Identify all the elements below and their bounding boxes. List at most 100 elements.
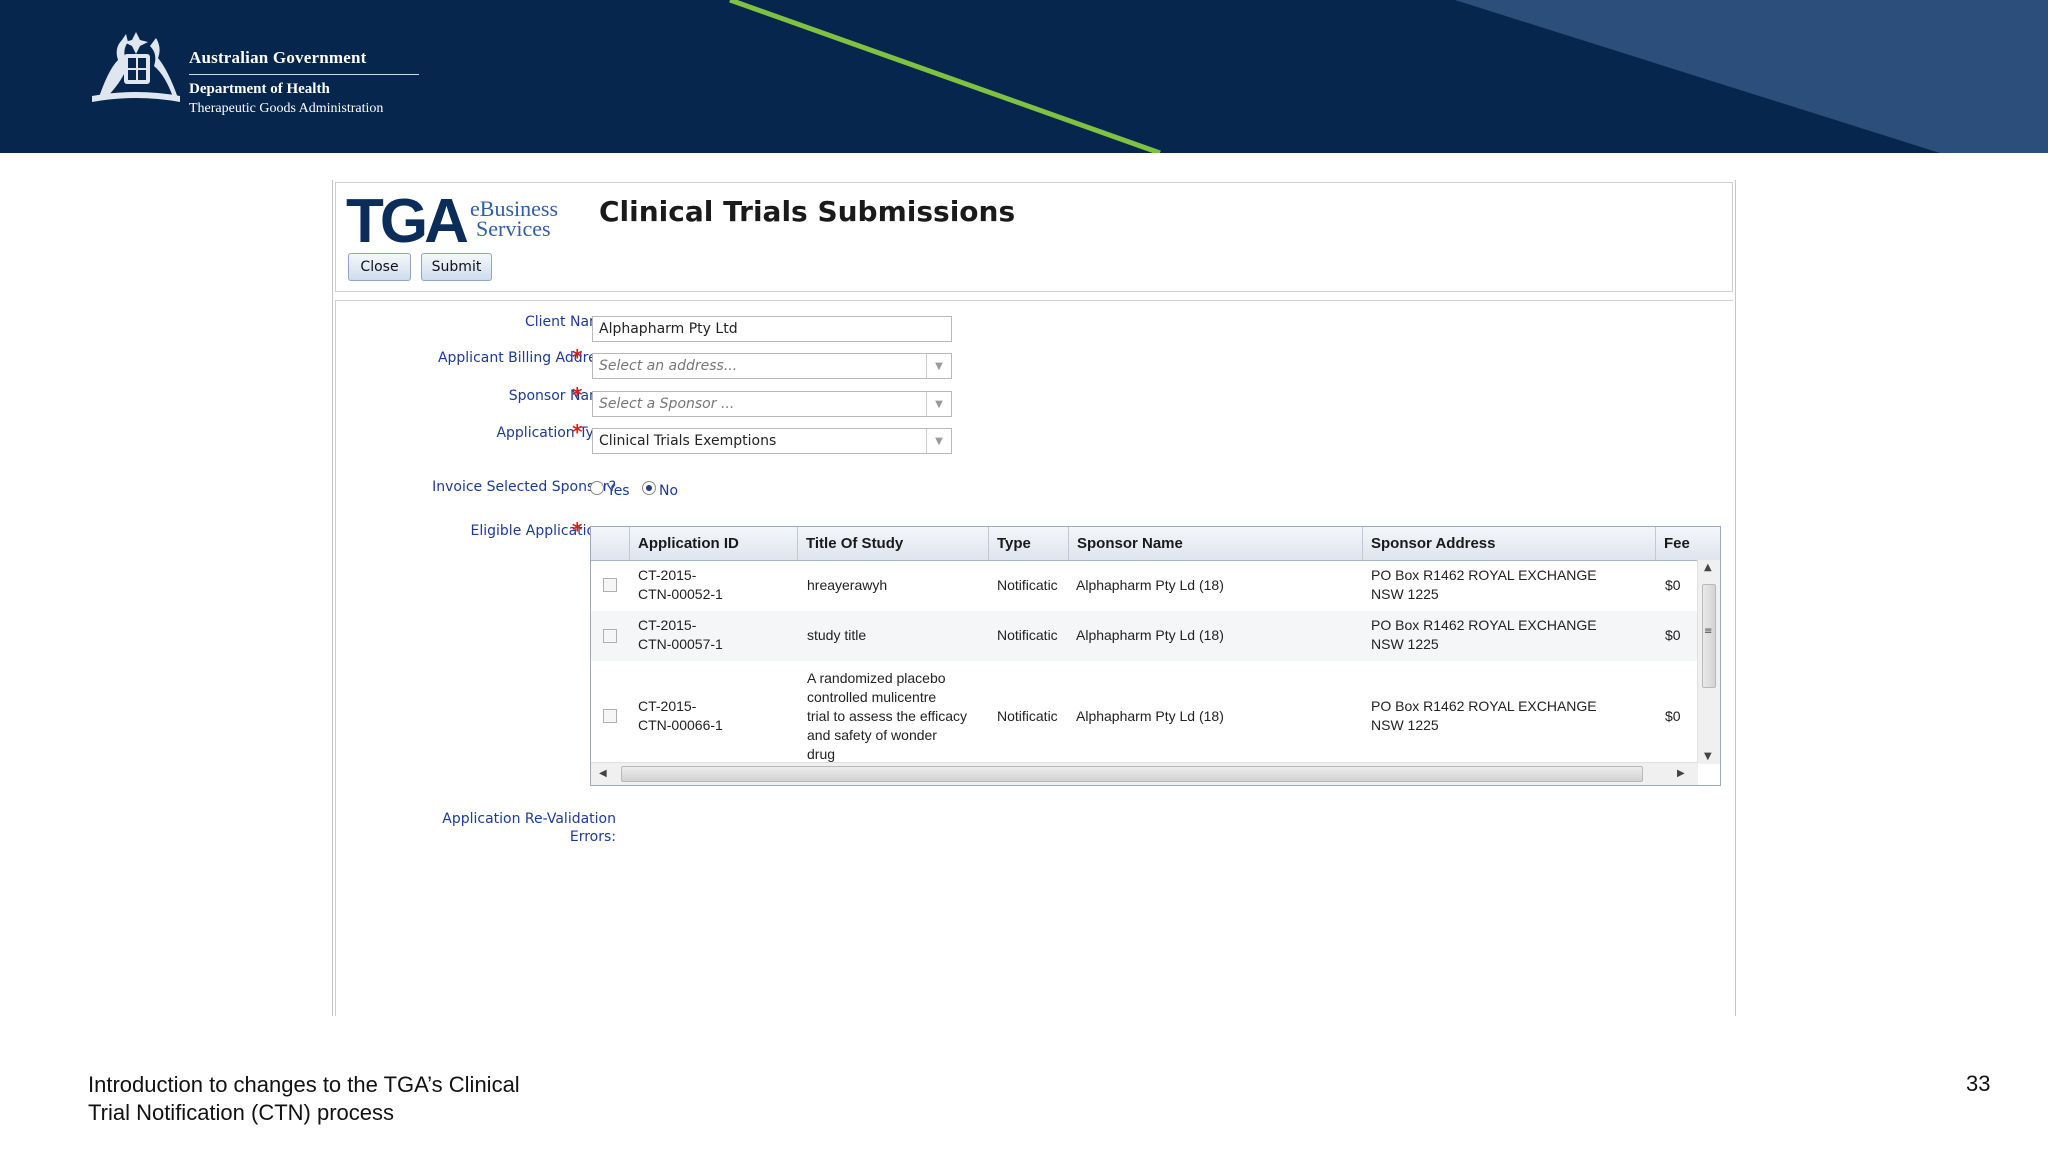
column-application-id[interactable]: Application ID [629,527,797,560]
cell-sponsor-address: PO Box R1462 ROYAL EXCHANGE NSW 1225 [1371,697,1597,735]
billing-address-placeholder: Select an address... [599,358,738,374]
cell-sponsor-address: PO Box R1462 ROYAL EXCHANGE NSW 1225 [1371,616,1597,654]
column-title-of-study[interactable]: Title Of Study [797,527,988,560]
wordmark-divider [189,74,419,75]
page-number: 33 [1966,1071,1991,1096]
coat-of-arms-icon [92,32,180,102]
table-row[interactable]: CT-2015- CTN-00052-1 hreayerawyh Notific… [591,560,1698,611]
government-wordmark: Australian Government Department of Heal… [189,48,419,117]
chevron-down-icon[interactable]: ▼ [926,354,951,378]
banner-panel [1455,0,2048,153]
select-all-column[interactable] [591,527,629,560]
invoice-no-radio[interactable] [642,481,656,495]
application-id-part2: CTN-00066-1 [638,717,723,733]
cell-sponsor-address: PO Box R1462 ROYAL EXCHANGE NSW 1225 [1371,566,1597,604]
eligible-applications-grid: Application ID Title Of Study Type Spons… [590,526,1721,786]
application-type-dropdown[interactable]: Clinical Trials Exemptions ▼ [592,428,952,454]
row-checkbox[interactable] [603,578,617,592]
application-id-part2: CTN-00057-1 [638,636,723,652]
address-line1: PO Box R1462 ROYAL EXCHANGE [1371,567,1597,583]
invoice-yes-radio[interactable] [590,481,604,495]
title-line: and safety of wonder [807,727,937,743]
application-type-value: Clinical Trials Exemptions [599,433,777,449]
invoice-sponsor-label: Invoice Selected Sponsor? [432,479,616,495]
header-banner: Australian Government Department of Heal… [0,0,2048,153]
revalidation-errors-label: Application Re-Validation Errors: [442,810,616,846]
footer-line2: Trial Notification (CTN) process [88,1100,395,1125]
cell-type: Notificatic [997,708,1058,724]
agency-name: Therapeutic Goods Administration [189,101,384,116]
ebusiness-services-wordmark: eBusiness Services [470,198,558,241]
row-checkbox[interactable] [603,709,617,723]
client-name-field[interactable]: Alphapharm Pty Ltd [592,316,952,342]
table-row[interactable]: CT-2015- CTN-00057-1 study title Notific… [591,611,1698,661]
cell-title-of-study: study title [807,627,867,643]
invoice-no-label: No [659,483,679,499]
cell-fee: $0 [1665,577,1681,593]
billing-address-label: Applicant Billing Address: [437,350,616,366]
grip-icon: ≡ [1704,626,1713,637]
vertical-scrollbar[interactable]: ▲ ≡ ▼ [1697,560,1720,764]
required-indicator-icon: * [572,345,583,369]
banner-accent-line [729,0,1161,153]
cell-application-id: CT-2015- CTN-00066-1 [638,697,723,735]
footer-line1: Introduction to changes to the TGA’s Cli… [88,1072,520,1097]
services-text: Services [476,216,551,241]
submission-form: Client Name: Alphapharm Pty Ltd Applican… [335,300,1733,1016]
cell-sponsor-name: Alphapharm Pty Ld (18) [1076,577,1224,593]
cell-sponsor-name: Alphapharm Pty Ld (18) [1076,627,1224,643]
page-title: Clinical Trials Submissions [599,195,1016,228]
revalidation-label-line2: Errors: [569,829,616,845]
department-name: Department of Health [189,81,330,97]
cell-title-of-study: hreayerawyh [807,577,888,593]
cell-type: Notificatic [997,627,1058,643]
slide-footer-caption: Introduction to changes to the TGA’s Cli… [88,1071,608,1127]
cell-title-of-study: A randomized placebo controlled mulicent… [807,669,967,764]
column-fee[interactable]: Fee [1655,527,1720,560]
cell-type: Notificatic [997,577,1058,593]
title-line: trial to assess the efficacy [807,708,968,724]
required-indicator-icon: * [572,383,583,407]
scroll-left-icon[interactable]: ◀ [599,768,607,779]
sponsor-name-placeholder: Select a Sponsor ... [599,396,735,412]
invoice-yes-label: Yes [607,483,630,499]
cell-application-id: CT-2015- CTN-00057-1 [638,616,723,654]
submit-button[interactable]: Submit [421,253,492,281]
scroll-right-icon[interactable]: ▶ [1677,768,1685,779]
horizontal-scroll-thumb[interactable] [621,766,1643,782]
billing-address-dropdown[interactable]: Select an address... ▼ [592,353,952,379]
title-line: A randomized placebo [807,670,946,686]
application-window: TGA eBusiness Services Clinical Trials S… [332,180,1736,1016]
address-line2: NSW 1225 [1371,586,1439,602]
column-type[interactable]: Type [988,527,1068,560]
sponsor-name-dropdown[interactable]: Select a Sponsor ... ▼ [592,391,952,417]
cell-application-id: CT-2015- CTN-00052-1 [638,566,723,604]
required-indicator-icon: * [572,518,583,542]
close-button[interactable]: Close [348,253,411,281]
cell-sponsor-name: Alphapharm Pty Ld (18) [1076,708,1224,724]
column-sponsor-name[interactable]: Sponsor Name [1068,527,1362,560]
tga-logo-letters: TGA [346,187,469,256]
address-line1: PO Box R1462 ROYAL EXCHANGE [1371,698,1597,714]
column-sponsor-address[interactable]: Sponsor Address [1362,527,1655,560]
application-id-part1: CT-2015- [638,567,697,583]
application-id-part1: CT-2015- [638,698,697,714]
table-row[interactable]: CT-2015- CTN-00066-1 A randomized placeb… [591,661,1698,764]
address-line1: PO Box R1462 ROYAL EXCHANGE [1371,617,1597,633]
scroll-up-icon[interactable]: ▲ [1704,562,1712,573]
cell-fee: $0 [1665,708,1681,724]
chevron-down-icon[interactable]: ▼ [926,429,951,453]
address-line2: NSW 1225 [1371,636,1439,652]
scroll-down-icon[interactable]: ▼ [1704,751,1712,762]
row-checkbox[interactable] [603,629,617,643]
grid-header: Application ID Title Of Study Type Spons… [591,527,1720,561]
horizontal-scrollbar[interactable]: ◀ ▶ [591,762,1698,785]
required-indicator-icon: * [572,420,583,444]
government-name: Australian Government [189,48,367,67]
title-line: controlled mulicentre [807,689,937,705]
cell-fee: $0 [1665,627,1681,643]
app-header: TGA eBusiness Services Clinical Trials S… [335,182,1733,292]
chevron-down-icon[interactable]: ▼ [926,392,951,416]
application-id-part2: CTN-00052-1 [638,586,723,602]
address-line2: NSW 1225 [1371,717,1439,733]
